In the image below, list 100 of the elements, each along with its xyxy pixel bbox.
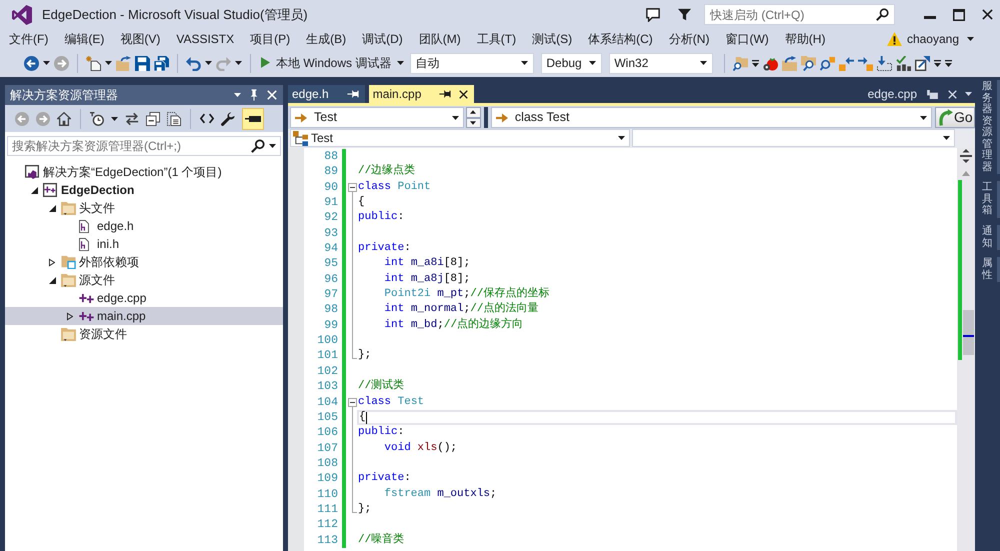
menu-item[interactable]: 编辑(E) bbox=[56, 32, 112, 46]
expanded-triangle-icon[interactable] bbox=[30, 186, 38, 194]
debugger-type-dropdown[interactable]: 自动 bbox=[410, 52, 534, 74]
undo-icon[interactable] bbox=[186, 56, 201, 70]
configuration-dropdown[interactable]: Debug bbox=[541, 52, 602, 74]
side-tab[interactable]: 服务器资源管理器 bbox=[977, 80, 1000, 174]
vertical-scrollbar[interactable] bbox=[957, 148, 975, 551]
quick-launch-field[interactable]: 快速启动 (Ctrl+Q) bbox=[704, 4, 895, 25]
toolbar-overflow-icon[interactable] bbox=[752, 60, 760, 66]
funnel-icon[interactable] bbox=[678, 8, 691, 21]
menu-item[interactable]: 项目(P) bbox=[242, 32, 298, 46]
toolbar-overflow-icon[interactable] bbox=[945, 60, 952, 66]
tree-item[interactable]: 源文件 bbox=[5, 271, 283, 289]
collapse-box-icon[interactable] bbox=[348, 398, 357, 406]
document-tab[interactable]: main.cpp bbox=[368, 85, 474, 103]
right-arrow-square-icon[interactable] bbox=[858, 56, 874, 70]
menu-item[interactable]: 体系结构(C) bbox=[580, 32, 661, 46]
caret-icon[interactable] bbox=[105, 61, 112, 65]
maximize-icon[interactable] bbox=[953, 8, 965, 20]
caret-icon[interactable] bbox=[111, 116, 118, 120]
folder-search-icon[interactable] bbox=[733, 56, 748, 70]
expanded-triangle-icon[interactable] bbox=[48, 276, 56, 284]
menu-item[interactable]: 测试(S) bbox=[524, 32, 580, 46]
folder-arrow-icon[interactable] bbox=[782, 56, 798, 70]
caret-icon[interactable] bbox=[920, 116, 927, 120]
side-tab[interactable]: 属性 bbox=[977, 257, 1000, 282]
caret-icon[interactable] bbox=[700, 61, 708, 65]
side-tab[interactable]: 工具箱 bbox=[977, 181, 1000, 218]
search-field[interactable]: 搜索解决方案资源管理器(Ctrl+;) bbox=[7, 136, 281, 156]
tree-item[interactable]: 头文件 bbox=[5, 199, 283, 217]
caret-icon[interactable] bbox=[618, 136, 625, 140]
menu-item[interactable]: 帮助(H) bbox=[776, 32, 834, 46]
checkmark-bars-icon[interactable] bbox=[896, 56, 912, 70]
tree-item[interactable]: main.cpp bbox=[5, 307, 283, 325]
new-document-icon[interactable] bbox=[86, 56, 101, 70]
menu-item[interactable]: 工具(T) bbox=[468, 32, 524, 46]
side-tab[interactable]: 通知 bbox=[977, 225, 1000, 250]
close-icon[interactable] bbox=[459, 90, 468, 98]
clock-icon[interactable] bbox=[90, 112, 104, 126]
speech-bubble-icon[interactable] bbox=[646, 8, 660, 22]
collapsed-triangle-icon[interactable] bbox=[67, 312, 73, 320]
caret-icon[interactable] bbox=[205, 61, 212, 65]
go-button[interactable]: Go bbox=[935, 107, 975, 128]
menu-item[interactable]: 团队(M) bbox=[410, 32, 469, 46]
caret-icon[interactable] bbox=[269, 144, 276, 148]
wrench-icon[interactable] bbox=[221, 112, 235, 126]
split-handle-icon[interactable] bbox=[960, 149, 972, 163]
tree-item[interactable]: 解决方案“EdgeDection”(1 个项目) bbox=[5, 163, 283, 181]
tomato-gear-icon[interactable] bbox=[763, 56, 778, 70]
save-all-icon[interactable] bbox=[154, 56, 169, 70]
tree-item[interactable]: EdgeDection bbox=[5, 181, 283, 199]
tree-item[interactable]: ini.h bbox=[5, 235, 283, 253]
tree-item[interactable]: 外部依赖项 bbox=[5, 253, 283, 271]
menu-item[interactable]: VASSISTX bbox=[168, 32, 242, 46]
angle-brackets-icon[interactable] bbox=[200, 113, 214, 124]
definition-dropdown[interactable]: class Test bbox=[490, 107, 932, 128]
caret-icon[interactable] bbox=[965, 92, 972, 96]
caret-icon[interactable] bbox=[521, 61, 528, 65]
scope-dropdown[interactable]: Test bbox=[290, 129, 630, 147]
home-icon[interactable] bbox=[57, 112, 71, 126]
pin-icon[interactable] bbox=[250, 89, 258, 101]
close-icon[interactable] bbox=[982, 9, 993, 20]
preview-toggle-button[interactable] bbox=[242, 108, 264, 130]
caret-icon[interactable] bbox=[452, 116, 459, 120]
open-folder-icon[interactable] bbox=[116, 56, 131, 70]
caret-icon[interactable] bbox=[43, 61, 50, 65]
spin-up-button[interactable] bbox=[466, 107, 481, 118]
menu-item[interactable]: 生成(B) bbox=[298, 32, 354, 46]
expanded-triangle-icon[interactable] bbox=[48, 204, 56, 212]
folder-magnifier-icon[interactable] bbox=[801, 56, 816, 70]
back-arrow-icon[interactable] bbox=[24, 56, 39, 70]
preview-tab[interactable]: edge.cpp bbox=[864, 85, 961, 103]
tree-item[interactable]: edge.h bbox=[5, 217, 283, 235]
collapse-all-icon[interactable] bbox=[146, 112, 160, 126]
caret-icon[interactable] bbox=[589, 61, 596, 65]
overlapping-rectangles-icon[interactable] bbox=[927, 90, 938, 98]
tree-item[interactable]: 资源文件 bbox=[5, 325, 283, 343]
scrollbar-thumb[interactable] bbox=[963, 310, 974, 355]
collapse-box-icon[interactable] bbox=[348, 182, 357, 192]
pin-icon[interactable] bbox=[439, 90, 452, 98]
menu-item[interactable]: 调试(D) bbox=[354, 32, 411, 46]
pin-icon[interactable] bbox=[346, 90, 359, 98]
caret-icon[interactable] bbox=[234, 93, 241, 97]
show-all-files-icon[interactable] bbox=[167, 112, 181, 126]
document-tab[interactable]: edge.h bbox=[288, 85, 365, 103]
left-arrow-square-icon[interactable] bbox=[839, 56, 854, 70]
platform-dropdown[interactable]: Win32 bbox=[609, 52, 714, 74]
warning-icon[interactable] bbox=[886, 32, 902, 46]
save-icon[interactable] bbox=[135, 56, 150, 70]
caret-icon[interactable] bbox=[943, 136, 950, 140]
spin-down-button[interactable] bbox=[466, 118, 481, 128]
user-name[interactable]: chaoyang bbox=[906, 32, 959, 46]
tree-item[interactable]: edge.cpp bbox=[5, 289, 283, 307]
start-debugging-button[interactable]: 本地 Windows 调试器 bbox=[259, 56, 406, 70]
menu-item[interactable]: 分析(N) bbox=[660, 32, 718, 46]
context-dropdown[interactable]: Test bbox=[290, 107, 464, 128]
sync-arrows-icon[interactable] bbox=[125, 112, 139, 126]
menu-item[interactable]: 文件(F) bbox=[0, 32, 56, 46]
caret-icon[interactable] bbox=[397, 60, 404, 65]
toolbar-overflow-icon[interactable] bbox=[934, 60, 942, 66]
